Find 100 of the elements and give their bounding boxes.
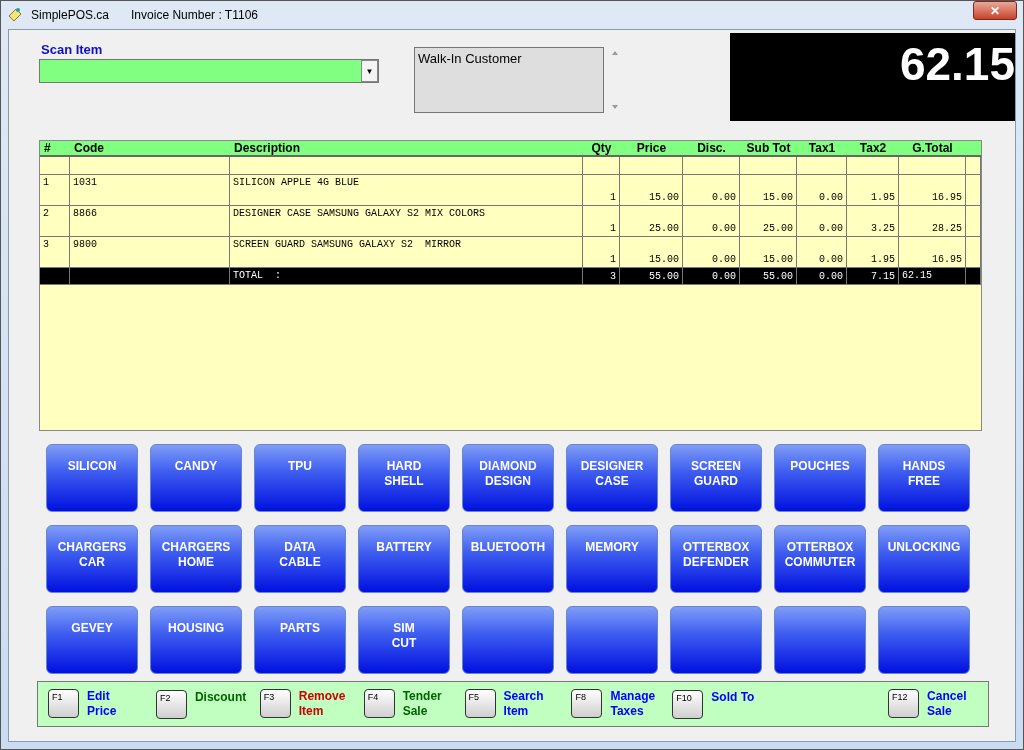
function-key[interactable]: F2 xyxy=(155,689,187,719)
table-cell: 25.00 xyxy=(620,206,683,237)
blank-button[interactable] xyxy=(878,606,970,674)
scan-item-label: Scan Item xyxy=(41,42,104,57)
total-amount: 62.15 xyxy=(899,37,1015,91)
category-button[interactable]: DIAMOND DESIGN xyxy=(462,444,554,512)
table-cell: 2 xyxy=(40,206,70,237)
blank-button[interactable] xyxy=(774,606,866,674)
table-cell xyxy=(620,157,683,175)
column-header: Description xyxy=(230,141,583,157)
table-cell xyxy=(966,206,981,237)
column-header: Disc. xyxy=(683,141,740,157)
function-label: Tender Sale xyxy=(402,689,442,719)
table-cell: TOTAL : xyxy=(230,268,583,285)
column-header: Code xyxy=(70,141,230,157)
category-button[interactable]: DESIGNER CASE xyxy=(566,444,658,512)
category-button[interactable]: SILICON xyxy=(46,444,138,512)
category-button[interactable]: SIM CUT xyxy=(358,606,450,674)
table-cell: 55.00 xyxy=(740,268,797,285)
category-button[interactable]: CHARGERS HOME xyxy=(150,525,242,593)
category-button[interactable]: HOUSING xyxy=(150,606,242,674)
function-label: Discount xyxy=(194,689,247,705)
table-cell: 7.15 xyxy=(847,268,899,285)
category-button[interactable]: BLUETOOTH xyxy=(462,525,554,593)
table-cell: 55.00 xyxy=(620,268,683,285)
category-button[interactable]: UNLOCKING xyxy=(878,525,970,593)
table-cell: 3 xyxy=(583,268,620,285)
table-cell: 15.00 xyxy=(740,175,797,206)
column-header: Price xyxy=(620,141,683,157)
table-cell xyxy=(740,157,797,175)
close-button[interactable]: ✕ xyxy=(973,1,1017,20)
category-button[interactable]: OTTERBOX COMMUTER xyxy=(774,525,866,593)
category-button[interactable]: HARD SHELL xyxy=(358,444,450,512)
category-button[interactable]: OTTERBOX DEFENDER xyxy=(670,525,762,593)
blank-button[interactable] xyxy=(670,606,762,674)
category-button[interactable]: GEVEY xyxy=(46,606,138,674)
function-key[interactable]: F10 xyxy=(672,689,704,719)
table-cell: 0.00 xyxy=(797,175,847,206)
function-label: Remove Item xyxy=(298,689,346,719)
table-cell: 0.00 xyxy=(797,268,847,285)
table-cell: 25.00 xyxy=(740,206,797,237)
column-header: G.Total xyxy=(899,141,966,157)
category-button[interactable]: HANDS FREE xyxy=(878,444,970,512)
column-header: Tax2 xyxy=(847,141,899,157)
table-cell: 1 xyxy=(40,175,70,206)
table-cell xyxy=(40,157,70,175)
table-cell xyxy=(40,268,70,285)
function-key[interactable]: F5 xyxy=(464,689,496,718)
category-button[interactable]: MEMORY xyxy=(566,525,658,593)
column-header: Sub Tot xyxy=(740,141,797,157)
app-title: SimplePOS.ca xyxy=(31,8,110,22)
table-cell: 16.95 xyxy=(899,175,966,206)
function-label: Cancel Sale xyxy=(927,689,967,719)
function-key[interactable]: F3 xyxy=(259,689,291,718)
table-cell xyxy=(966,268,981,285)
column-header: Tax1 xyxy=(797,141,847,157)
table-cell xyxy=(966,175,981,206)
table-cell: 1 xyxy=(583,175,620,206)
function-key[interactable]: F1 xyxy=(48,689,79,718)
table-cell xyxy=(683,157,740,175)
table-cell: 28.25 xyxy=(899,206,966,237)
table-cell: DESIGNER CASE SAMSUNG GALAXY S2 MIX COLORS xyxy=(230,206,583,237)
table-cell: 0.00 xyxy=(683,268,740,285)
table-cell: 1031 xyxy=(70,175,230,206)
blank-button[interactable] xyxy=(462,606,554,674)
category-button[interactable]: CHARGERS CAR xyxy=(46,525,138,593)
table-cell: 15.00 xyxy=(620,175,683,206)
table-cell: 0.00 xyxy=(797,206,847,237)
column-header: # xyxy=(40,141,70,157)
category-button[interactable]: SCREEN GUARD xyxy=(670,444,762,512)
scan-item-field[interactable]: ▼ xyxy=(39,59,379,83)
function-key[interactable]: F4 xyxy=(363,689,395,718)
customer-field[interactable]: Walk-In Customer xyxy=(414,47,604,113)
table-cell: 1.95 xyxy=(847,175,899,206)
table-cell: 1 xyxy=(583,206,620,237)
table-cell: SILICON APPLE 4G BLUE xyxy=(230,175,583,206)
dropdown-button[interactable]: ▼ xyxy=(361,60,378,82)
function-label: Sold To xyxy=(711,689,755,705)
category-button[interactable]: TPU xyxy=(254,444,346,512)
header-cell xyxy=(966,141,981,157)
category-button[interactable]: PARTS xyxy=(254,606,346,674)
blank-button[interactable] xyxy=(566,606,658,674)
table-cell xyxy=(899,157,966,175)
table-cell xyxy=(847,157,899,175)
function-key[interactable]: F8 xyxy=(571,689,603,718)
table-cell: 8866 xyxy=(70,206,230,237)
table-cell xyxy=(966,157,981,175)
function-label: Search Item xyxy=(503,689,544,719)
category-button[interactable]: POUCHES xyxy=(774,444,866,512)
function-label: Manage Taxes xyxy=(610,689,656,719)
function-key[interactable]: F12 xyxy=(888,689,920,718)
function-label: Edit Price xyxy=(87,689,117,719)
category-button[interactable]: CANDY xyxy=(150,444,242,512)
column-header: Qty xyxy=(583,141,620,157)
table-cell: 0.00 xyxy=(683,175,740,206)
table-cell: 3.25 xyxy=(847,206,899,237)
table-cell: 62.15 xyxy=(899,268,966,285)
table-cell xyxy=(583,157,620,175)
category-button[interactable]: DATA CABLE xyxy=(254,525,346,593)
category-button[interactable]: BATTERY xyxy=(358,525,450,593)
